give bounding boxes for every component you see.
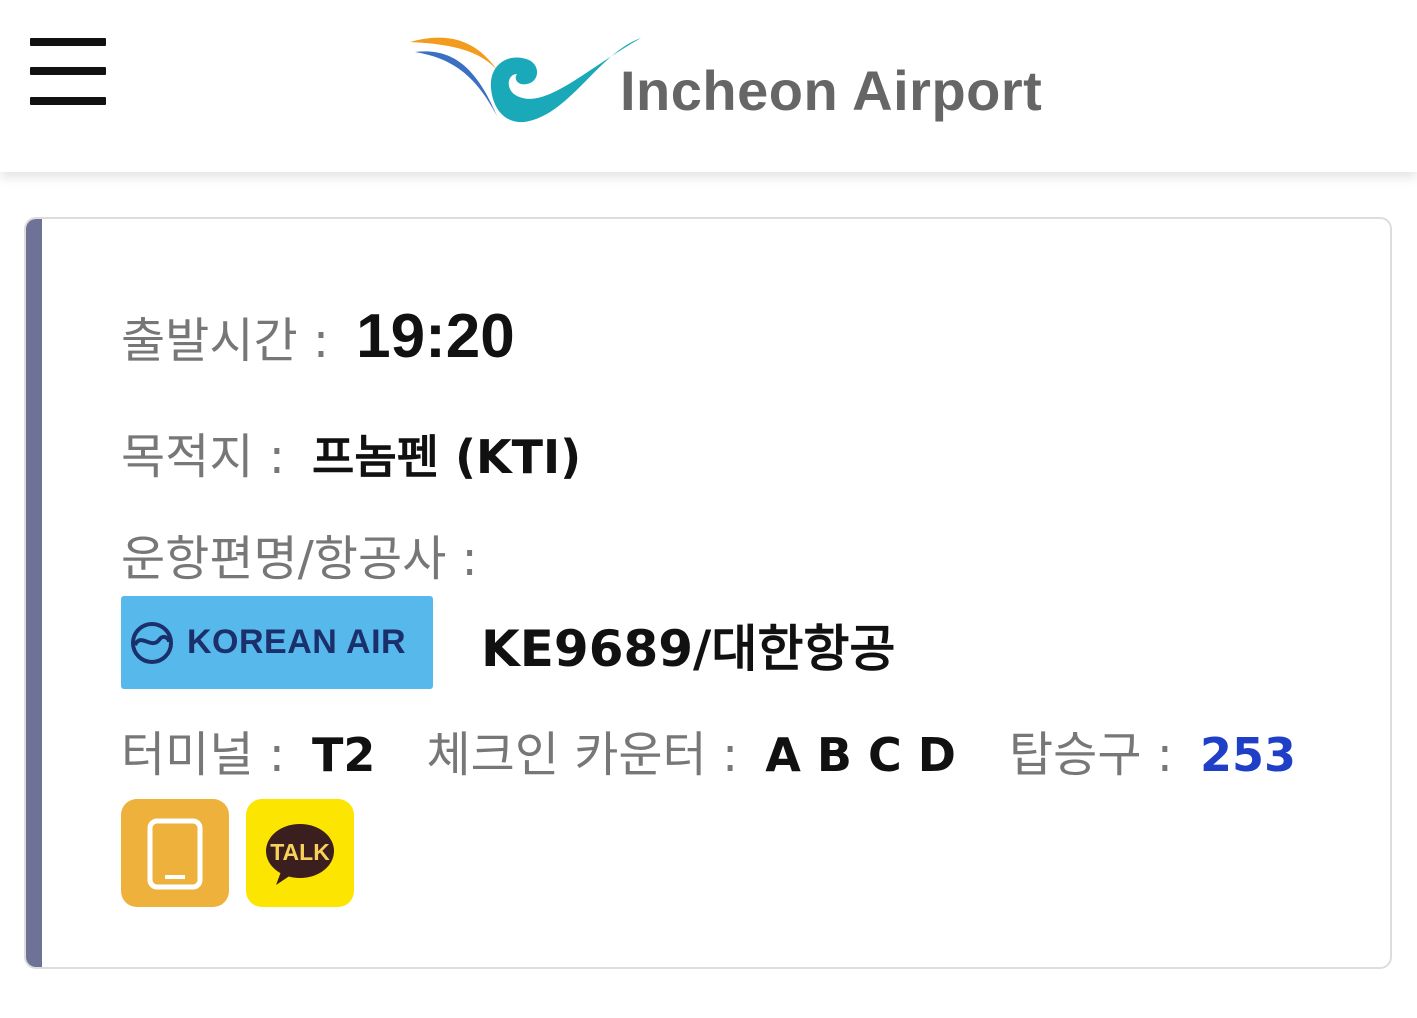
logo-text: Incheon Airport [620,59,1043,122]
flight-airline-label: 운항편명/항공사 : [121,531,478,587]
destination-label: 목적지 : [121,429,285,485]
departure-row: 출발시간 : 19:20 [121,301,515,372]
destination-value: 프놈펜 (KTI) [312,430,582,484]
incheon-airport-logo[interactable]: Incheon Airport [405,30,1075,135]
terminal-label: 터미널 : [121,727,285,783]
checkin-counters: A B C D [765,728,956,782]
flight-info-card: 출발시간 : 19:20 목적지 : 프놈펜 (KTI) 운항편명/항공사 : … [24,217,1392,969]
mobile-alert-button[interactable] [121,799,229,907]
incheon-airport-logo-mark [410,37,641,123]
departure-label: 출발시간 : [121,313,330,369]
departure-time: 19:20 [356,302,515,371]
hamburger-menu-icon[interactable] [30,38,106,106]
airline-logo-text: KOREAN AIR [187,623,407,661]
card-accent-bar [26,219,42,967]
terminal-checkin-gate-row: 터미널 : T2 체크인 카운터 : A B C D 탑승구 : 253 [121,715,1296,785]
destination-row: 목적지 : 프놈펜 (KTI) [121,417,581,487]
terminal-value: T2 [312,728,376,782]
gate-label: 탑승구 : [1009,727,1173,783]
flight-code: KE9689/대한항공 [481,620,896,678]
gate-value: 253 [1200,728,1297,782]
kakaotalk-icon: TALK [266,824,334,885]
kakaotalk-icon-text: TALK [270,839,330,865]
mobile-phone-icon [147,818,203,890]
korean-air-taeguk-icon [131,621,173,664]
airline-logo: KOREAN AIR [121,596,433,689]
kakaotalk-share-button[interactable]: TALK [246,799,354,907]
app-header: Incheon Airport [0,0,1417,172]
checkin-label: 체크인 카운터 : [426,727,739,783]
flight-airline-row: 운항편명/항공사 : [121,519,478,589]
